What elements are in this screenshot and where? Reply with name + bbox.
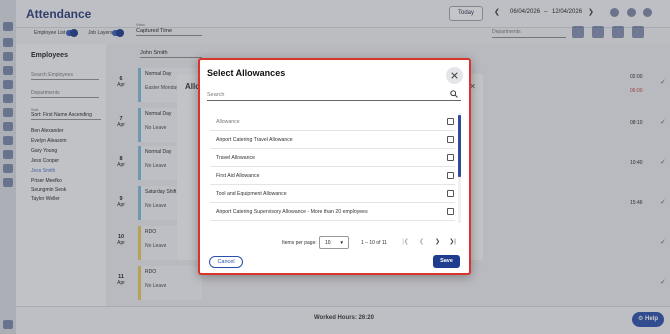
allowance-row[interactable]: First Aid Allowance <box>210 167 455 185</box>
allowance-checkbox[interactable] <box>447 172 454 179</box>
allowance-label: Tool and Equipment Allowance <box>216 191 287 197</box>
select-all-checkbox[interactable] <box>447 118 454 125</box>
last-page-icon[interactable]: ❯| <box>448 238 457 247</box>
allowance-checkbox[interactable] <box>447 136 454 143</box>
save-button[interactable]: Save <box>433 255 460 268</box>
list-header: Allowance <box>210 113 455 131</box>
allowance-list: Allowance Airport Catering Travel Allowa… <box>210 113 455 223</box>
allowance-row[interactable]: Travel Allowance <box>210 149 455 167</box>
paginator: Items per page: 10 ▼ 1 – 10 of 11 |❮ ❮ ❯… <box>280 236 460 250</box>
allowance-label: Travel Allowance <box>216 155 256 161</box>
page-range-label: 1 – 10 of 11 <box>361 240 388 246</box>
allowance-checkbox[interactable] <box>447 208 454 215</box>
prev-page-icon[interactable]: ❮ <box>417 238 426 247</box>
allowance-checkbox[interactable] <box>447 154 454 161</box>
cancel-button[interactable]: Cancel <box>209 256 243 268</box>
allowance-row[interactable]: Airport Catering Supervisory Allowance -… <box>210 203 455 221</box>
allowance-checkbox[interactable] <box>447 190 454 197</box>
column-header-allowance: Allowance <box>216 119 240 125</box>
list-scrollbar[interactable] <box>458 113 461 223</box>
search-input[interactable] <box>207 89 443 100</box>
first-page-icon[interactable]: |❮ <box>401 238 410 247</box>
modal-title: Select Allowances <box>207 68 286 78</box>
allowance-row[interactable]: Tool and Equipment Allowance <box>210 185 455 203</box>
search-icon[interactable] <box>450 90 458 98</box>
select-allowances-modal: Select Allowances Allowance Airport Cate… <box>198 58 471 275</box>
allowance-label: First Aid Allowance <box>216 173 260 179</box>
items-per-page-value: 10 <box>325 240 331 246</box>
close-button[interactable] <box>446 67 463 84</box>
allowance-label: Airport Catering Travel Allowance <box>216 137 293 143</box>
allowance-label: Airport Catering Supervisory Allowance -… <box>216 209 368 215</box>
items-per-page-select[interactable]: 10 ▼ <box>319 236 349 249</box>
close-icon <box>451 72 458 79</box>
scrollbar-thumb[interactable] <box>458 115 461 177</box>
search-field <box>207 89 461 101</box>
items-per-page-label: Items per page: <box>282 240 317 246</box>
allowance-row[interactable]: Airport Catering Travel Allowance <box>210 131 455 149</box>
next-page-icon[interactable]: ❯ <box>433 238 442 247</box>
dropdown-arrow-icon: ▼ <box>339 240 344 245</box>
